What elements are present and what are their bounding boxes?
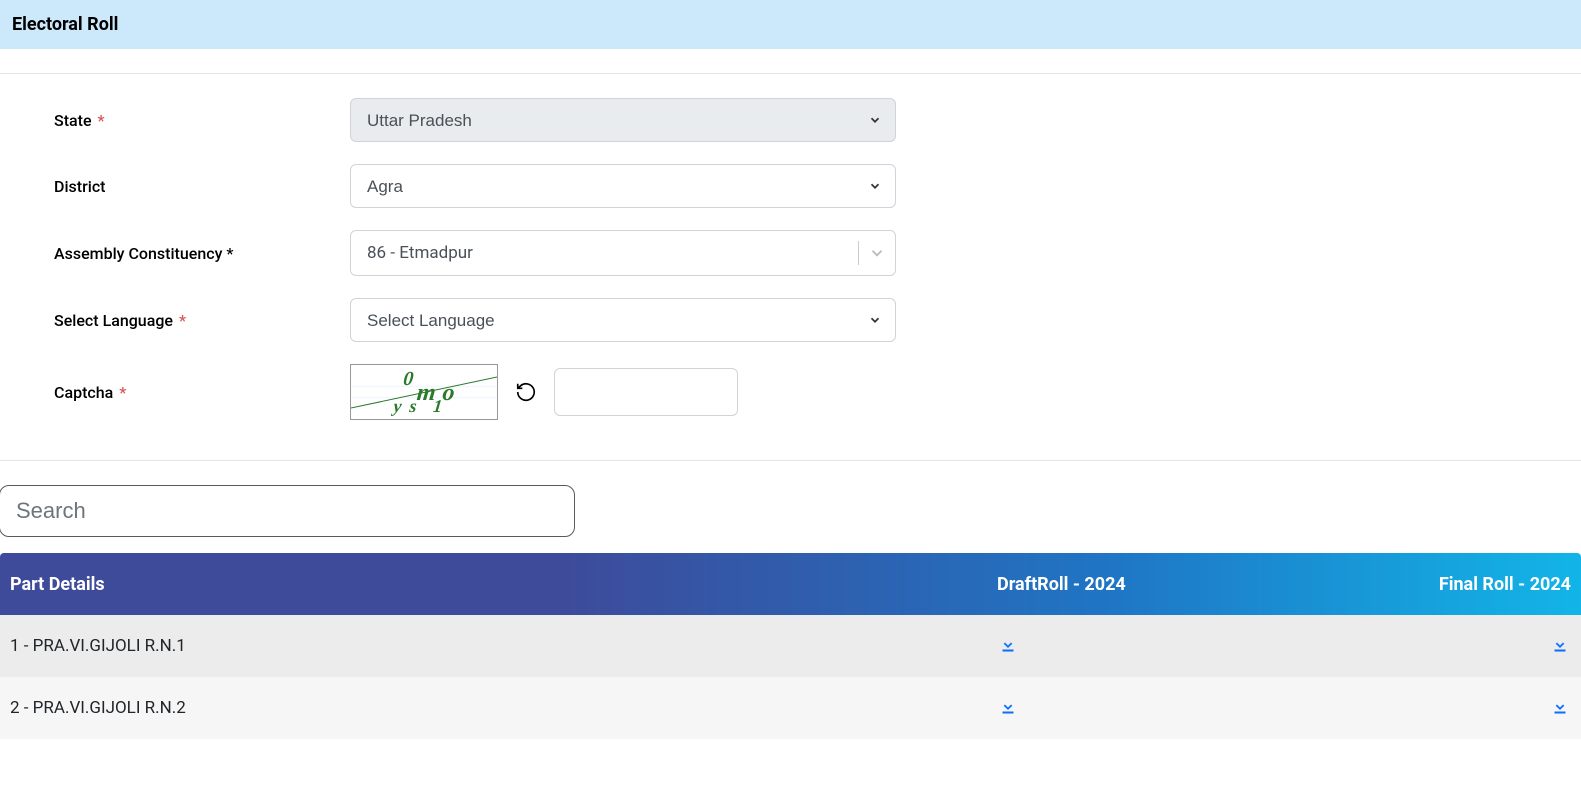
table-row: 2 - PRA.VI.GIJOLI R.N.2	[0, 677, 1581, 739]
state-select-wrap: Uttar Pradesh	[350, 98, 896, 142]
download-icon	[997, 695, 1019, 717]
label-district: District	[54, 177, 350, 196]
language-select-wrap: Select Language	[350, 298, 896, 342]
captcha-image: y0sm1o	[350, 364, 498, 420]
col-header-draft: DraftRoll - 2024	[993, 574, 1411, 595]
language-select[interactable]: Select Language	[350, 298, 896, 342]
cell-part: 1 - PRA.VI.GIJOLI R.N.1	[0, 636, 993, 656]
table-header: Part Details DraftRoll - 2024 Final Roll…	[0, 553, 1581, 615]
refresh-captcha-button[interactable]	[512, 378, 540, 406]
cell-final	[1411, 695, 1581, 722]
ac-combo-wrap: 86 - Etmadpur	[350, 230, 896, 276]
row-captcha: Captcha * y0sm1o	[0, 364, 1581, 420]
captcha-controls: y0sm1o	[350, 364, 896, 420]
table-row: 1 - PRA.VI.GIJOLI R.N.1	[0, 615, 1581, 677]
col-header-final: Final Roll - 2024	[1411, 574, 1581, 595]
download-icon	[997, 633, 1019, 655]
results-table: Part Details DraftRoll - 2024 Final Roll…	[0, 553, 1581, 739]
cell-final	[1411, 633, 1581, 660]
download-icon	[1549, 695, 1571, 717]
ac-combobox[interactable]: 86 - Etmadpur	[350, 230, 896, 276]
label-state: State *	[54, 111, 350, 130]
district-select[interactable]: Agra	[350, 164, 896, 208]
table-body: 1 - PRA.VI.GIJOLI R.N.1 2 - PRA.VI.GIJOL…	[0, 615, 1581, 739]
page-title: Electoral Roll	[12, 14, 1569, 35]
district-select-wrap: Agra	[350, 164, 896, 208]
form-section: State * Uttar Pradesh District Agra Asse…	[0, 73, 1581, 461]
search-input[interactable]	[0, 485, 575, 537]
row-district: District Agra	[0, 164, 1581, 208]
search-section	[0, 485, 1581, 537]
captcha-text: y0sm1o	[393, 374, 456, 411]
cell-draft	[993, 695, 1411, 722]
chevron-down-icon	[859, 244, 895, 262]
download-icon	[1549, 633, 1571, 655]
label-ac: Assembly Constituency *	[54, 244, 350, 263]
label-language: Select Language *	[54, 311, 350, 330]
refresh-icon	[515, 381, 537, 403]
state-select[interactable]: Uttar Pradesh	[350, 98, 896, 142]
download-final-button[interactable]	[1549, 633, 1571, 655]
download-draft-button[interactable]	[997, 633, 1019, 655]
page-header: Electoral Roll	[0, 0, 1581, 49]
cell-draft	[993, 633, 1411, 660]
download-draft-button[interactable]	[997, 695, 1019, 717]
row-language: Select Language * Select Language	[0, 298, 1581, 342]
label-captcha: Captcha *	[54, 383, 350, 402]
captcha-input[interactable]	[554, 368, 738, 416]
row-ac: Assembly Constituency * 86 - Etmadpur	[0, 230, 1581, 276]
cell-part: 2 - PRA.VI.GIJOLI R.N.2	[0, 698, 993, 718]
download-final-button[interactable]	[1549, 695, 1571, 717]
col-header-part: Part Details	[0, 574, 993, 595]
row-state: State * Uttar Pradesh	[0, 98, 1581, 142]
ac-value: 86 - Etmadpur	[367, 243, 850, 263]
